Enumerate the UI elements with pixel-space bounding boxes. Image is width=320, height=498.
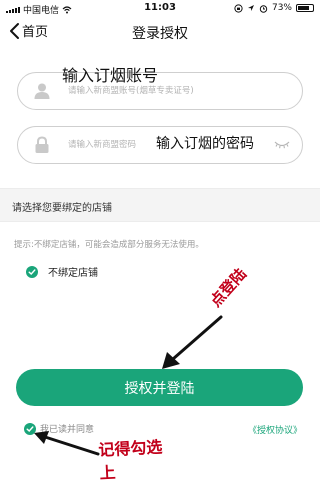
battery-percent: 73% <box>271 3 292 13</box>
arrow-annotation-check <box>34 431 100 456</box>
password-annotation: 输入订烟的密码 <box>156 136 254 152</box>
eye-closed-icon[interactable] <box>274 140 290 150</box>
status-bar: 中国电信 11:03 73% <box>0 0 320 18</box>
check-annotation-line1: 记得勾选 <box>97 437 163 460</box>
user-icon <box>34 83 50 99</box>
lock-icon <box>35 136 49 153</box>
check-icon <box>26 265 38 278</box>
protocol-link[interactable]: 《授权协议》 <box>248 423 302 436</box>
page-title: 登录授权 <box>132 26 188 42</box>
click-annotation: 点登陆 <box>206 264 250 311</box>
orientation-lock-icon <box>234 3 243 13</box>
authorize-login-button[interactable]: 授权并登陆 <box>16 369 303 406</box>
alarm-icon <box>259 4 268 13</box>
status-right: 73% <box>234 3 314 13</box>
nav-bar: 首页 登录授权 <box>0 18 320 48</box>
account-annotation: 输入订烟账号 <box>62 66 159 85</box>
bind-store-title: 请选择您要绑定的店铺 <box>12 203 112 214</box>
no-bind-store-option[interactable]: 不绑定店铺 <box>26 264 98 279</box>
account-field <box>17 72 303 110</box>
location-icon <box>247 5 254 11</box>
no-bind-store-label: 不绑定店铺 <box>48 268 98 279</box>
arrow-annotation-click <box>162 315 223 369</box>
bind-store-tip: 提示:不绑定店铺，可能会造成部分服务无法使用。 <box>14 240 204 250</box>
bind-store-header: 请选择您要绑定的店铺 <box>0 188 320 222</box>
check-annotation-line2: 上 <box>99 462 117 483</box>
check-annotation: 记得勾选 上 <box>98 435 164 484</box>
battery-icon <box>296 4 314 12</box>
